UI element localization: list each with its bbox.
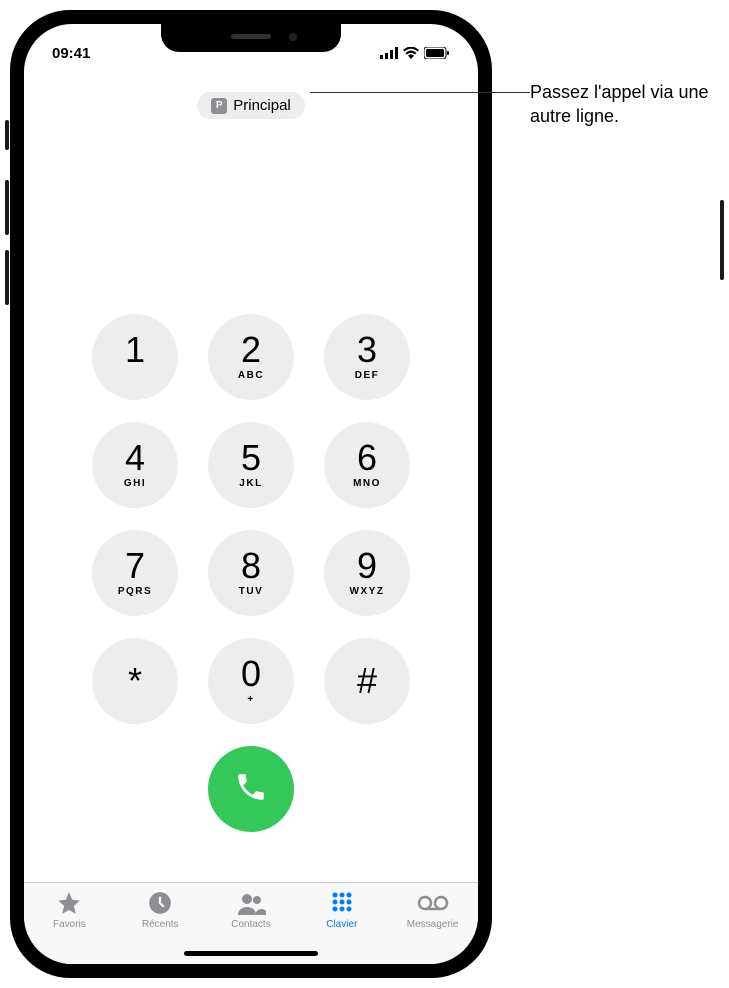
status-right [380, 47, 450, 59]
star-icon [56, 889, 82, 917]
key-7[interactable]: 7 PQRS [92, 530, 178, 616]
key-digit: 8 [241, 548, 261, 584]
side-button-mute [5, 120, 9, 150]
key-3[interactable]: 3 DEF [324, 314, 410, 400]
tab-messagerie[interactable]: Messagerie [387, 889, 478, 964]
phone-frame: 09:41 P Principal 1 2 ABC [10, 10, 492, 978]
contacts-icon [236, 889, 266, 917]
side-button-power [720, 200, 724, 280]
tab-label: Messagerie [407, 919, 459, 930]
home-indicator[interactable] [184, 951, 318, 956]
side-button-volume-down [5, 250, 9, 305]
clock-icon [147, 889, 173, 917]
call-button[interactable] [208, 746, 294, 832]
key-star[interactable]: * [92, 638, 178, 724]
tab-label: Clavier [326, 919, 357, 930]
tab-label: Récents [142, 919, 179, 930]
side-button-volume-up [5, 180, 9, 235]
voicemail-icon [417, 889, 449, 917]
key-5[interactable]: 5 JKL [208, 422, 294, 508]
key-letters: JKL [239, 478, 262, 490]
key-hash[interactable]: # [324, 638, 410, 724]
key-1[interactable]: 1 [92, 314, 178, 400]
line-badge-icon: P [211, 98, 227, 114]
key-digit: 6 [357, 440, 377, 476]
key-letters: DEF [355, 370, 380, 382]
tab-label: Contacts [231, 919, 270, 930]
callout-line [310, 92, 530, 93]
key-digit: 3 [357, 332, 377, 368]
status-time: 09:41 [52, 45, 90, 62]
key-letters: WXYZ [350, 586, 385, 598]
key-digit: 4 [125, 440, 145, 476]
key-digit: 5 [241, 440, 261, 476]
tab-bar: Favoris Récents Contacts Clavier [24, 882, 478, 964]
phone-icon [234, 770, 268, 809]
phone-screen: 09:41 P Principal 1 2 ABC [24, 24, 478, 964]
key-digit: * [128, 663, 142, 699]
callout-text: Passez l'appel via une autre ligne. [530, 80, 720, 129]
keypad-area: 1 2 ABC 3 DEF 4 GHI 5 JKL 6 MNO 7 PQRS 8 TUV 9 W… [24, 314, 478, 832]
tab-label: Favoris [53, 919, 86, 930]
key-digit: 0 [241, 656, 261, 692]
wifi-icon [403, 47, 419, 59]
keypad: 1 2 ABC 3 DEF 4 GHI 5 JKL 6 MNO 7 PQRS 8 TUV 9 W… [92, 314, 410, 724]
key-digit: 1 [125, 332, 145, 368]
key-letters: PQRS [118, 586, 152, 598]
keypad-icon [330, 889, 354, 917]
cellular-icon [380, 47, 398, 59]
line-selector: P Principal [24, 92, 478, 119]
notch [161, 24, 341, 52]
key-8[interactable]: 8 TUV [208, 530, 294, 616]
key-letters: + [247, 694, 254, 706]
key-digit: 7 [125, 548, 145, 584]
line-selector-label: Principal [233, 97, 291, 114]
key-9[interactable]: 9 WXYZ [324, 530, 410, 616]
key-letters: ABC [238, 370, 264, 382]
key-digit: 9 [357, 548, 377, 584]
key-digit: 2 [241, 332, 261, 368]
tab-favoris[interactable]: Favoris [24, 889, 115, 964]
key-4[interactable]: 4 GHI [92, 422, 178, 508]
key-letters: MNO [353, 478, 381, 490]
key-letters: TUV [239, 586, 264, 598]
key-letters: GHI [124, 478, 146, 490]
key-0[interactable]: 0+ [208, 638, 294, 724]
key-2[interactable]: 2 ABC [208, 314, 294, 400]
battery-icon [424, 47, 450, 59]
line-selector-button[interactable]: P Principal [197, 92, 305, 119]
key-digit: # [357, 663, 377, 699]
key-6[interactable]: 6 MNO [324, 422, 410, 508]
